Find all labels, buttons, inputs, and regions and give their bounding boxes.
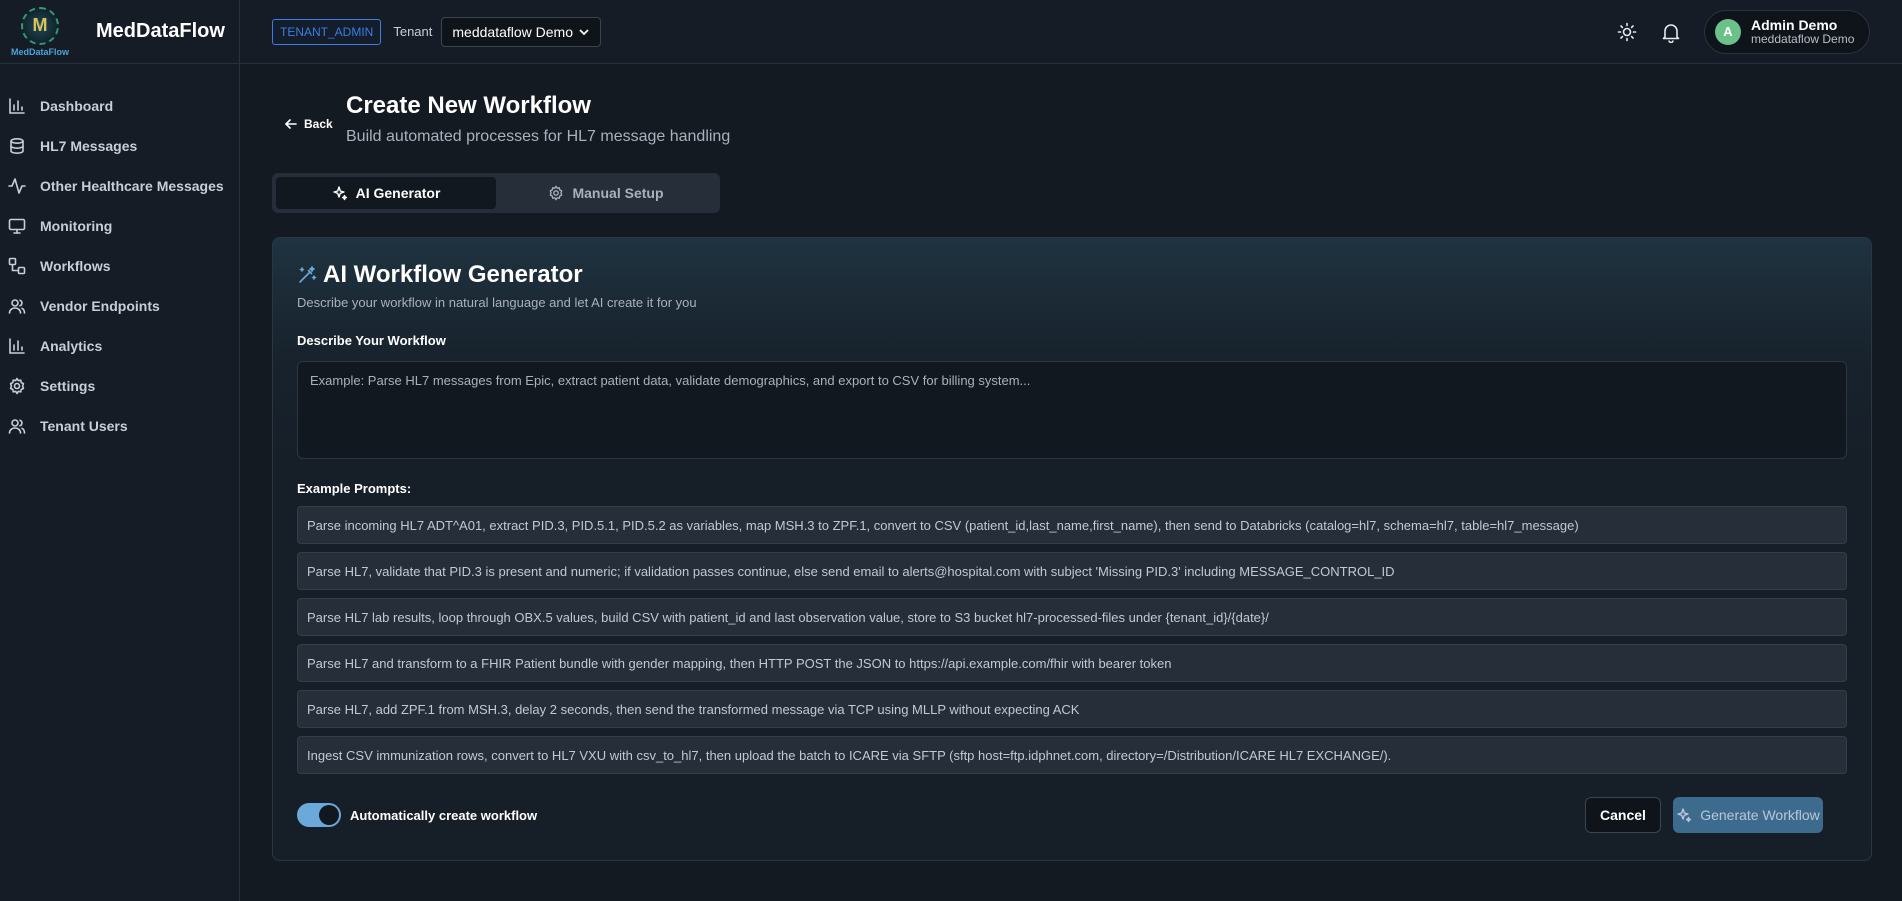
users-icon (8, 299, 26, 314)
toggle-knob (319, 805, 339, 825)
sidebar: Dashboard HL7 Messages Other Healthcare … (0, 64, 240, 901)
sidebar-item-hl7-messages[interactable]: HL7 Messages (0, 126, 239, 166)
back-button[interactable]: Back (284, 102, 346, 146)
top-header: M MedDataFlow MedDataFlow TENANT_ADMIN T… (0, 0, 1902, 64)
ai-generator-card: AI Workflow Generator Describe your work… (272, 237, 1872, 861)
sidebar-item-label: Dashboard (40, 98, 114, 114)
sidebar-item-tenant-users[interactable]: Tenant Users (0, 406, 239, 446)
auto-create-toggle[interactable] (297, 803, 341, 827)
sidebar-item-label: Analytics (40, 338, 103, 354)
logo-emblem: M (21, 6, 59, 45)
tab-label: Manual Setup (572, 185, 664, 201)
tenant-select-value: meddataflow Demo (452, 23, 574, 40)
logo-caption: MedDataFlow (11, 46, 70, 57)
sidebar-item-label: HL7 Messages (40, 138, 138, 154)
mode-tabs: AI Generator Manual Setup (272, 173, 720, 213)
tenant-label: Tenant (393, 24, 433, 39)
page-title: Create New Workflow (346, 92, 591, 119)
page-header: Back Create New Workflow Build automated… (284, 92, 730, 146)
sidebar-item-dashboard[interactable]: Dashboard (0, 86, 239, 126)
arrow-left-icon (285, 119, 297, 129)
auto-create-label: Automatically create workflow (350, 807, 538, 823)
theme-toggle-button[interactable] (1612, 17, 1642, 47)
tab-manual-setup[interactable]: Manual Setup (496, 177, 716, 209)
sidebar-item-label: Monitoring (40, 218, 113, 234)
workflow-description-input[interactable]: Example: Parse HL7 messages from Epic, e… (297, 361, 1847, 459)
page-titles: Create New Workflow Build automated proc… (346, 92, 730, 146)
sidebar-item-workflows[interactable]: Workflows (0, 246, 239, 286)
generate-label: Generate Workflow (1700, 807, 1820, 823)
sidebar-item-label: Settings (40, 378, 96, 394)
notifications-button[interactable] (1656, 17, 1686, 47)
page-subtitle: Build automated processes for HL7 messag… (346, 128, 731, 145)
generate-workflow-button[interactable]: Generate Workflow (1673, 797, 1823, 833)
role-badge: TENANT_ADMIN (272, 18, 382, 45)
tenant-controls: TENANT_ADMIN Tenant meddataflow Demo (272, 16, 602, 47)
sun-icon (1617, 22, 1637, 41)
example-prompt[interactable]: Parse HL7, validate that PID.3 is presen… (297, 552, 1847, 590)
example-prompt[interactable]: Parse HL7 and transform to a FHIR Patien… (297, 644, 1847, 682)
header-actions: A Admin Demo meddataflow Demo (1612, 9, 1902, 54)
users-icon (8, 419, 26, 434)
example-prompts-label: Example Prompts: (297, 481, 412, 496)
example-prompts-list: Parse incoming HL7 ADT^A01, extract PID.… (297, 506, 1847, 782)
cancel-button[interactable]: Cancel (1585, 797, 1661, 833)
sidebar-item-other-healthcare-messages[interactable]: Other Healthcare Messages (0, 166, 239, 206)
chevron-down-icon (579, 28, 590, 35)
workflow-icon (8, 257, 26, 275)
sidebar-item-label: Workflows (40, 258, 111, 274)
user-info: Admin Demo meddataflow Demo (1751, 17, 1854, 47)
brand[interactable]: M MedDataFlow MedDataFlow (0, 0, 240, 64)
sparkles-icon (332, 186, 347, 201)
bar-chart-icon (9, 98, 25, 114)
bar-chart-icon (9, 338, 25, 354)
card-description: Describe your workflow in natural langua… (297, 295, 697, 310)
user-menu[interactable]: A Admin Demo meddataflow Demo (1704, 9, 1870, 54)
monitor-icon (8, 218, 26, 234)
main-content: Back Create New Workflow Build automated… (240, 64, 1902, 901)
workflow-description-label: Describe Your Workflow (297, 333, 446, 348)
activity-icon (8, 178, 26, 194)
sidebar-item-vendor-endpoints[interactable]: Vendor Endpoints (0, 286, 239, 326)
card-title: AI Workflow Generator (323, 261, 583, 288)
sidebar-item-label: Tenant Users (40, 418, 128, 434)
example-prompt[interactable]: Parse HL7, add ZPF.1 from MSH.3, delay 2… (297, 690, 1847, 728)
tab-ai-generator[interactable]: AI Generator (276, 177, 496, 209)
sidebar-item-label: Vendor Endpoints (40, 298, 160, 314)
bell-icon (1662, 23, 1680, 43)
gear-icon (550, 185, 563, 201)
sidebar-item-label: Other Healthcare Messages (40, 178, 224, 194)
example-prompt[interactable]: Parse incoming HL7 ADT^A01, extract PID.… (297, 506, 1847, 544)
back-label: Back (304, 117, 333, 131)
sidebar-item-monitoring[interactable]: Monitoring (0, 206, 239, 246)
sidebar-item-analytics[interactable]: Analytics (0, 326, 239, 366)
user-org: meddataflow Demo (1751, 31, 1855, 46)
example-prompt[interactable]: Parse HL7 lab results, loop through OBX.… (297, 598, 1847, 636)
tenant-select[interactable]: meddataflow Demo (441, 16, 602, 47)
brand-name: MedDataFlow (96, 20, 225, 42)
sidebar-item-settings[interactable]: Settings (0, 366, 239, 406)
app-logo: M MedDataFlow (11, 4, 70, 60)
example-prompt[interactable]: Ingest CSV immunization rows, convert to… (297, 736, 1847, 774)
sparkles-icon (1677, 808, 1692, 823)
database-icon (10, 137, 24, 155)
magic-wand-icon (299, 266, 317, 283)
avatar: A (1715, 18, 1741, 45)
tab-label: AI Generator (355, 185, 441, 201)
gear-icon (9, 377, 25, 395)
auto-create-row: Automatically create workflow (297, 803, 537, 827)
card-header: AI Workflow Generator (297, 261, 583, 289)
user-name: Admin Demo (1751, 16, 1838, 33)
logo-letter: M (32, 15, 48, 35)
